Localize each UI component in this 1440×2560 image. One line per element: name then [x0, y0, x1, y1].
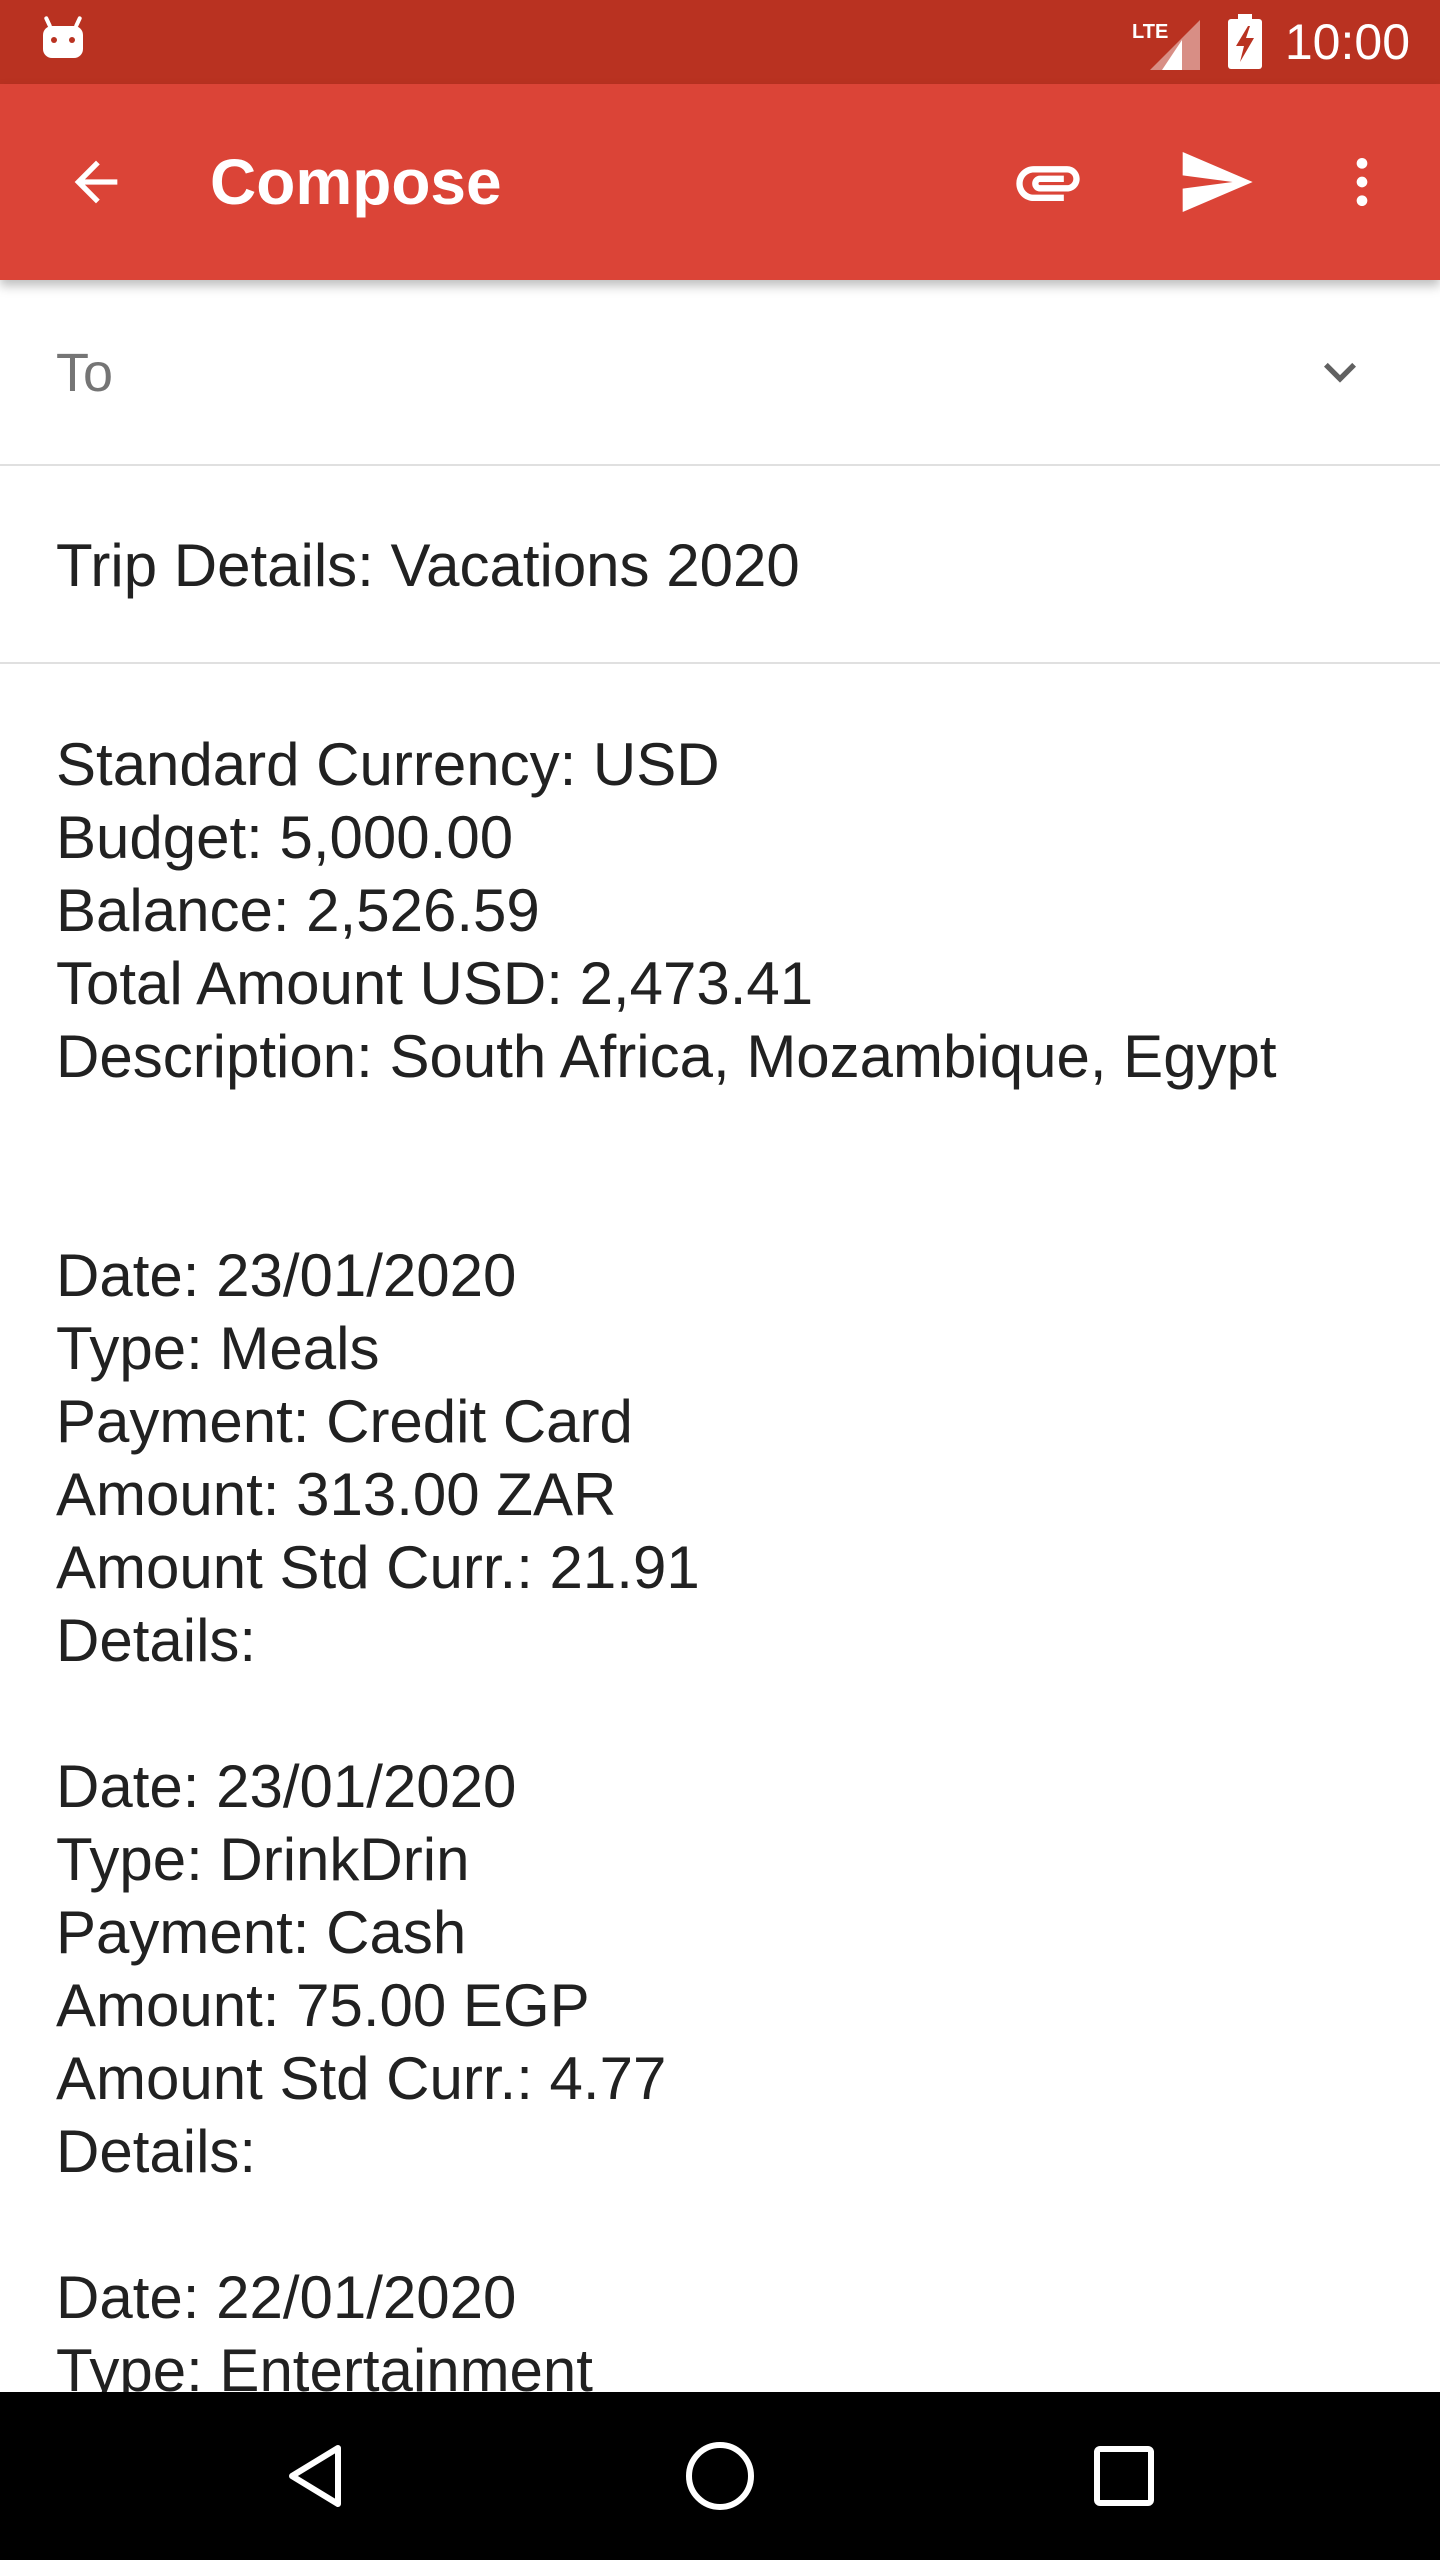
- system-nav-bar: [0, 2392, 1440, 2560]
- subject-field[interactable]: Trip Details: Vacations 2020: [0, 466, 1440, 664]
- send-icon: [1182, 152, 1253, 212]
- attach-button[interactable]: [1000, 134, 1096, 230]
- summary-line: Budget: 5,000.00: [56, 804, 514, 871]
- nav-home-button[interactable]: [660, 2416, 780, 2536]
- nav-back-button[interactable]: [256, 2416, 376, 2536]
- nav-recents-icon: [1094, 2446, 1154, 2506]
- expand-recipients-button[interactable]: [1292, 324, 1388, 420]
- summary-line: Standard Currency: USD: [56, 731, 720, 798]
- to-field[interactable]: To: [0, 280, 1440, 466]
- status-bar: LTE 10:00: [0, 0, 1440, 84]
- entry-type: Type: Entertainment: [56, 2337, 593, 2392]
- summary-line: Total Amount USD: 2,473.41: [56, 950, 814, 1017]
- lte-signal-icon: LTE: [1132, 20, 1200, 70]
- android-icon: [43, 16, 83, 58]
- entry-amount: Amount: 75.00 EGP: [56, 1972, 590, 2039]
- entry-payment: Payment: Credit Card: [56, 1388, 633, 1455]
- back-arrow-icon: [74, 160, 118, 204]
- entry-payment: Payment: Cash: [56, 1899, 467, 1966]
- more-options-button[interactable]: [1314, 134, 1410, 230]
- summary-line: Balance: 2,526.59: [56, 877, 540, 944]
- entry-details: Details:: [56, 2118, 257, 2185]
- nav-home-icon: [686, 2442, 754, 2510]
- entry-date: Date: 23/01/2020: [56, 1753, 517, 1820]
- status-clock: 10:00: [1284, 14, 1410, 70]
- entry-details: Details:: [56, 1607, 257, 1674]
- more-vert-icon: [1356, 158, 1368, 206]
- battery-charging-icon: [1228, 14, 1262, 69]
- send-button[interactable]: [1168, 134, 1264, 230]
- back-button[interactable]: [48, 134, 144, 230]
- entry-type: Type: DrinkDrin: [56, 1826, 470, 1893]
- message-body[interactable]: Standard Currency: USD Budget: 5,000.00 …: [0, 664, 1440, 2392]
- entry-amount-std: Amount Std Curr.: 4.77: [56, 2045, 667, 2112]
- entry-amount-std: Amount Std Curr.: 21.91: [56, 1534, 700, 1601]
- entry-date: Date: 23/01/2020: [56, 1242, 517, 1309]
- to-label: To: [56, 343, 114, 403]
- subject-input[interactable]: Trip Details: Vacations 2020: [56, 528, 800, 604]
- entry-date: Date: 22/01/2020: [56, 2264, 517, 2331]
- chevron-down-icon: [1324, 362, 1356, 383]
- nav-recents-button[interactable]: [1064, 2416, 1184, 2536]
- page-title: Compose: [210, 146, 502, 218]
- entry-amount: Amount: 313.00 ZAR: [56, 1461, 617, 1528]
- nav-back-icon: [289, 2445, 341, 2507]
- paperclip-icon: [1016, 166, 1080, 201]
- network-label: LTE: [1132, 21, 1168, 43]
- entry-type: Type: Meals: [56, 1315, 380, 1382]
- summary-line: Description: South Africa, Mozambique, E…: [56, 1023, 1277, 1090]
- compose-screen: LTE 10:00 Compose To Trip Details: Vacat…: [0, 0, 1440, 2560]
- app-bar: Compose: [0, 84, 1440, 280]
- body-text[interactable]: Standard Currency: USD Budget: 5,000.00 …: [56, 728, 1396, 2392]
